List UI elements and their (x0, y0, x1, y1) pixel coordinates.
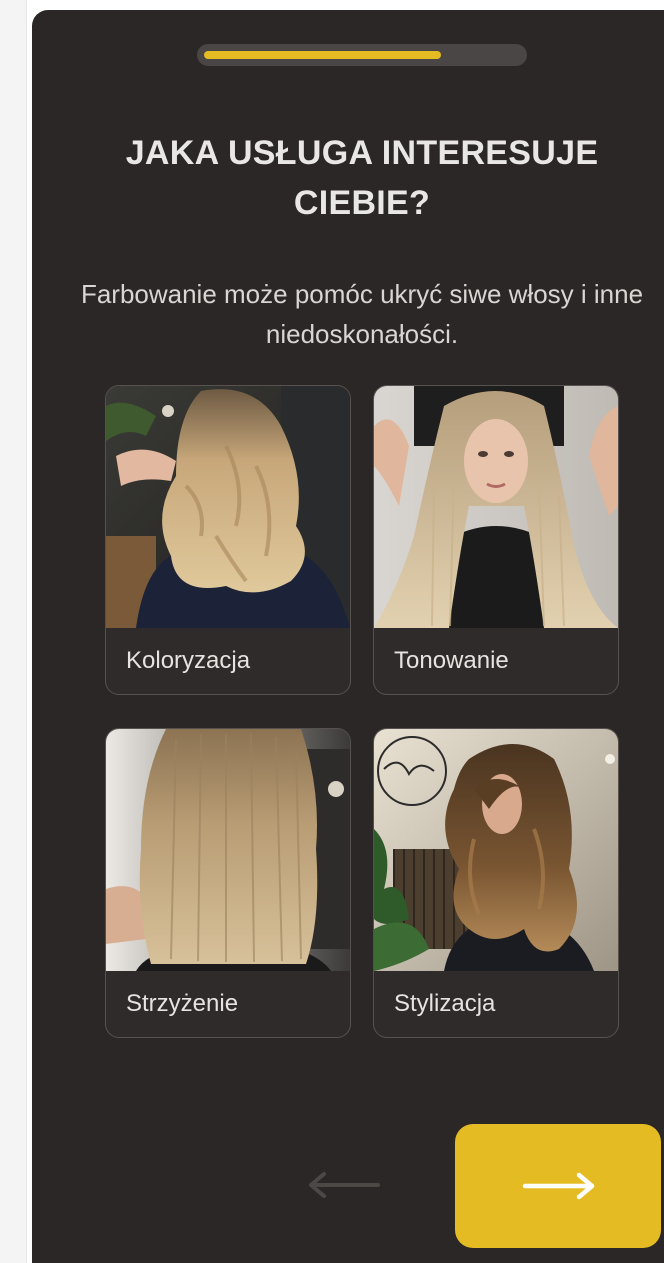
question-title: JAKA USŁUGA INTERESUJE CIEBIE? (125, 134, 599, 222)
page-edge (0, 0, 27, 1263)
arrow-right-icon (522, 1172, 595, 1200)
option-card-stylizacja[interactable]: Stylizacja (373, 728, 619, 1038)
option-label: Stylizacja (394, 990, 496, 1017)
option-label: Tonowanie (394, 647, 509, 674)
option-label: Strzyżenie (126, 990, 239, 1017)
straight-bob-back-photo (106, 729, 350, 971)
arrow-left-icon (309, 1172, 380, 1198)
option-card-tonowanie[interactable]: Tonowanie (373, 385, 619, 695)
option-label: Koloryzacja (126, 647, 251, 674)
long-straight-blonde-model-photo (374, 386, 618, 628)
quiz-panel: JAKA USŁUGA INTERESUJE CIEBIE? Farbowani… (32, 10, 664, 1263)
option-card-koloryzacja[interactable]: Koloryzacja (105, 385, 351, 695)
option-card-strzyzenie[interactable]: Strzyżenie (105, 728, 351, 1038)
back-button[interactable] (298, 1150, 388, 1220)
question-description: Farbowanie może pomóc ukryć siwe włosy i… (80, 279, 644, 349)
salon-wavy-blonde-back-photo (106, 386, 350, 628)
progress-bar (197, 44, 527, 66)
next-button[interactable] (455, 1124, 661, 1248)
layered-brunette-curls-photo (374, 729, 618, 971)
progress-fill (204, 51, 441, 59)
